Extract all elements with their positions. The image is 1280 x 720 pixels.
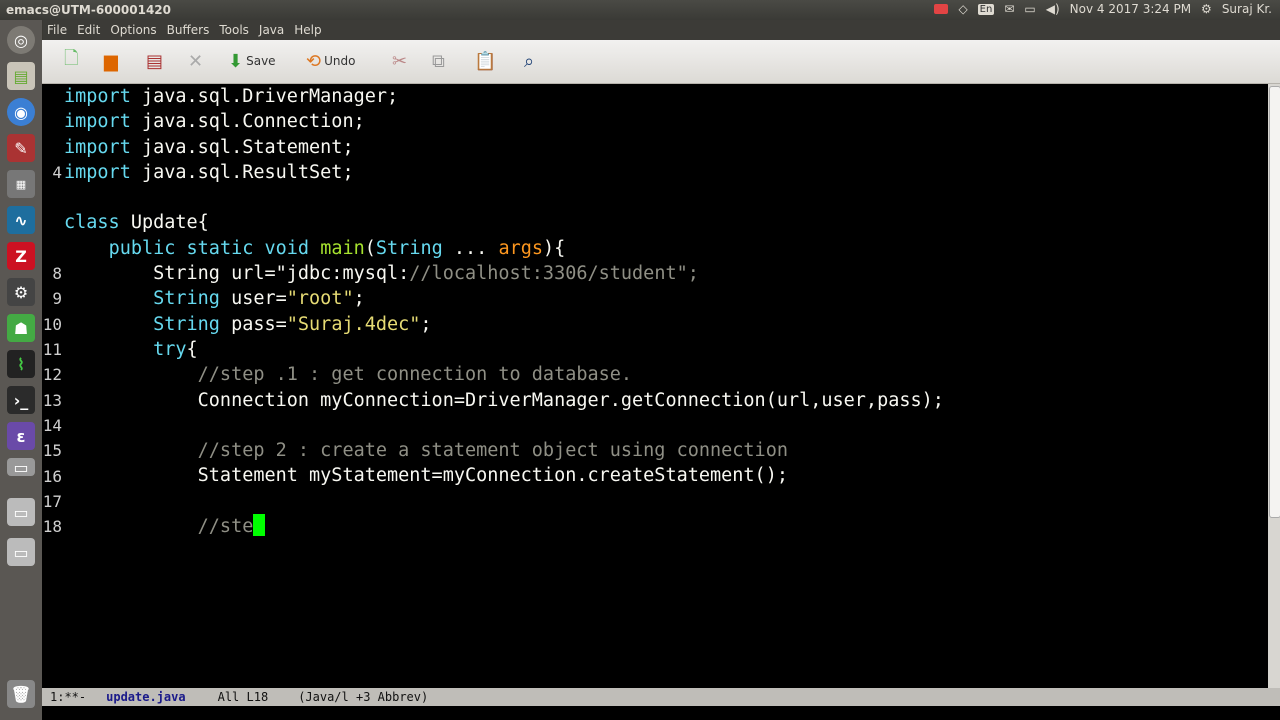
undo-icon: ⟲: [306, 50, 322, 72]
terminal-icon[interactable]: ›_: [7, 386, 35, 414]
record-icon[interactable]: [934, 4, 949, 14]
vertical-scrollbar[interactable]: [1268, 84, 1280, 688]
code-line[interactable]: [64, 489, 944, 514]
system-tray: ◇ En ✉ ▭ ◀) Nov 4 2017 3:24 PM ⚙ Suraj K…: [934, 2, 1272, 16]
line-number: 12: [42, 365, 62, 385]
code-line[interactable]: String url="jdbc:mysql://localhost:3306/…: [64, 261, 944, 286]
line-number: 10: [42, 314, 62, 334]
line-number: 15: [42, 441, 62, 461]
toolbar: 🗋 ▆ ▤ ✕ ⬇ Save ⟲ Undo ✂ ⧉ 📋 ⌕: [42, 40, 1280, 84]
code-line[interactable]: Statement myStatement=myConnection.creat…: [64, 463, 944, 488]
code-buffer[interactable]: import java.sql.DriverManager; import jav…: [64, 84, 944, 539]
modeline-buffer-name[interactable]: update.java: [106, 690, 185, 704]
text-cursor: [253, 514, 266, 537]
chromium-icon[interactable]: ◉: [7, 98, 35, 126]
settings-icon[interactable]: ⚙: [7, 278, 35, 306]
line-number: 11: [42, 340, 62, 359]
wifi-icon[interactable]: ◇: [958, 2, 967, 16]
code-line[interactable]: public static void main(String ... args)…: [64, 236, 944, 261]
keyboard-layout-indicator[interactable]: En: [977, 3, 995, 15]
menu-buffers[interactable]: Buffers: [162, 23, 215, 37]
code-line[interactable]: //step .1 : get connection to database.: [64, 362, 944, 387]
menu-edit[interactable]: Edit: [72, 23, 105, 37]
line-number: 17: [42, 491, 62, 511]
new-file-icon[interactable]: 🗋: [64, 48, 81, 72]
dired-icon[interactable]: ▤: [146, 50, 166, 72]
code-line[interactable]: import java.sql.Connection;: [64, 109, 944, 134]
window-title: emacs@UTM-600001420: [6, 3, 171, 17]
open-folder-icon[interactable]: ▆: [104, 50, 121, 72]
menu-file[interactable]: File: [42, 23, 72, 37]
menu-options[interactable]: Options: [105, 23, 161, 37]
undo-button[interactable]: ⟲ Undo: [306, 50, 355, 72]
drive-icon[interactable]: ▭: [7, 458, 35, 477]
disk-icon[interactable]: ▭: [7, 498, 35, 526]
line-number: 4: [52, 162, 62, 182]
top-panel: emacs@UTM-600001420 ◇ En ✉ ▭ ◀) Nov 4 20…: [0, 0, 1280, 20]
modeline-modes[interactable]: (Java/l +3 Abbrev): [298, 690, 428, 704]
menu-java[interactable]: Java: [254, 23, 289, 37]
matlab-icon[interactable]: ∿: [7, 206, 35, 234]
code-line[interactable]: [64, 185, 944, 210]
line-number: 8: [52, 264, 62, 284]
line-number: 9: [52, 289, 62, 309]
modeline-position: All L18: [217, 690, 269, 704]
monitor-icon[interactable]: ⌇: [7, 350, 35, 378]
trash-icon[interactable]: 🗑: [7, 680, 35, 708]
modeline-status: 1:**-: [50, 690, 87, 704]
dash-icon[interactable]: ◎: [7, 26, 35, 54]
cut-icon[interactable]: ✂: [392, 50, 410, 72]
search-icon[interactable]: ⌕: [524, 50, 537, 72]
code-line[interactable]: import java.sql.DriverManager;: [64, 84, 944, 109]
code-line[interactable]: String user="root";: [64, 286, 944, 311]
code-line[interactable]: try{: [64, 337, 944, 362]
gear-icon[interactable]: ⚙: [1201, 2, 1212, 16]
filezilla-icon[interactable]: Z: [7, 242, 35, 270]
android-icon[interactable]: ☗: [7, 314, 35, 342]
menu-help[interactable]: Help: [289, 23, 326, 37]
emacs-icon[interactable]: ɛ: [7, 422, 35, 450]
editor-area[interactable]: 4 8 9 10 11 12 13 14 15 16 17 18 import java.sql.Dr…: [42, 84, 1268, 688]
mail-icon[interactable]: ✉: [1004, 2, 1014, 16]
files-icon[interactable]: ▤: [7, 62, 35, 90]
disk2-icon[interactable]: ▭: [7, 538, 35, 566]
line-number: 13: [42, 390, 62, 410]
code-line[interactable]: class Update{: [64, 210, 944, 235]
close-icon[interactable]: ✕: [188, 50, 206, 72]
scrollbar-thumb[interactable]: [1269, 86, 1280, 518]
line-number-gutter: 4 8 9 10 11 12 13 14 15 16 17 18: [42, 84, 62, 688]
save-icon: ⬇: [228, 50, 244, 72]
clock[interactable]: Nov 4 2017 3:24 PM: [1070, 2, 1191, 16]
code-line[interactable]: import java.sql.Statement;: [64, 135, 944, 160]
undo-label: Undo: [324, 54, 356, 68]
save-label: Save: [246, 54, 276, 68]
line-number: 16: [42, 466, 62, 486]
tools-icon[interactable]: ✎: [7, 134, 35, 162]
mode-line: 1:**- update.java All L18 (Java/l +3 Abb…: [42, 688, 1280, 706]
volume-icon[interactable]: ◀): [1046, 2, 1060, 16]
code-line[interactable]: import java.sql.ResultSet;: [64, 160, 944, 185]
menu-bar: File Edit Options Buffers Tools Java Hel…: [42, 20, 1280, 40]
user-name[interactable]: Suraj Kr.: [1222, 2, 1272, 16]
copy-icon[interactable]: ⧉: [432, 50, 448, 72]
code-line[interactable]: //ste: [64, 514, 944, 539]
line-number: 18: [42, 517, 62, 537]
minibuffer[interactable]: [42, 706, 1280, 720]
code-line[interactable]: //step 2 : create a statement object usi…: [64, 438, 944, 463]
launcher: ◎ ▤ ◉ ✎ ▦ ∿ Z ⚙ ☗ ⌇ ›_ ɛ ▭ ▭ ▭ 🗑: [0, 20, 43, 720]
battery-icon[interactable]: ▭: [1024, 2, 1035, 16]
code-line[interactable]: [64, 413, 944, 438]
menu-tools[interactable]: Tools: [214, 23, 254, 37]
keyboard-icon[interactable]: ▦: [7, 170, 35, 198]
code-line[interactable]: Connection myConnection=DriverManager.ge…: [64, 388, 944, 413]
line-number: 14: [42, 415, 62, 435]
save-button[interactable]: ⬇ Save: [228, 50, 276, 72]
code-line[interactable]: String pass="Suraj.4dec";: [64, 312, 944, 337]
paste-icon[interactable]: 📋: [474, 50, 499, 72]
